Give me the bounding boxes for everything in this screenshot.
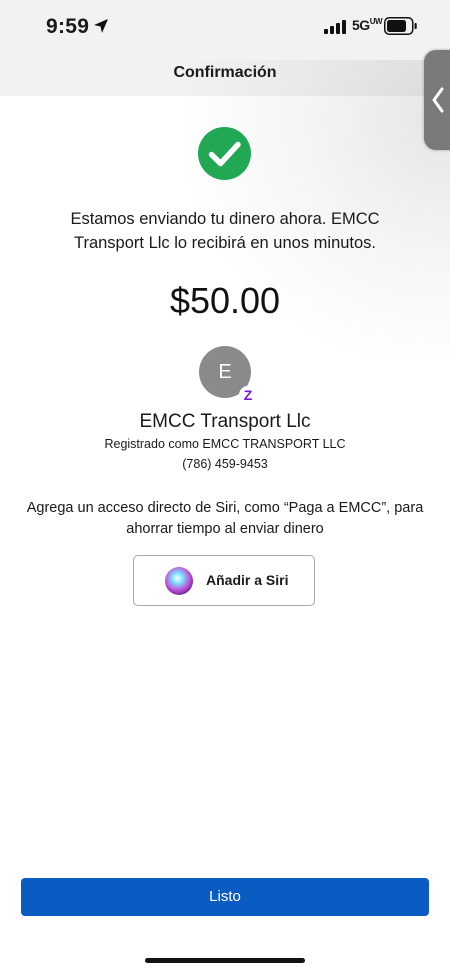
add-to-siri-label: Añadir a Siri (206, 572, 289, 588)
recipient-name: EMCC Transport Llc (139, 411, 311, 432)
checkmark-circle-icon (198, 127, 251, 180)
siri-icon (165, 567, 193, 595)
amount-sent: $50.00 (169, 280, 281, 321)
status-bar: 9:59 5GUW (0, 0, 450, 56)
zelle-badge-icon: Z (239, 386, 257, 404)
network-label: 5GUW (352, 17, 383, 33)
location-arrow-icon (94, 19, 108, 33)
nav-header: Confirmación (0, 56, 450, 96)
cellular-signal-icon (324, 20, 346, 34)
battery-icon (384, 17, 417, 35)
status-time: 9:59 (46, 15, 90, 38)
confirmation-screen: 9:59 5GUW Confirmación Estamos enviando … (0, 0, 450, 973)
registered-as: Registrado como EMCC TRANSPORT LLC (104, 437, 346, 451)
done-button[interactable]: Listo (21, 878, 429, 916)
page-title: Confirmación (173, 64, 277, 81)
recipient-phone: (786) 459-9453 (182, 457, 268, 471)
side-drawer-handle[interactable] (424, 50, 450, 150)
home-indicator (145, 958, 305, 963)
chevron-left-icon (432, 87, 444, 113)
network-suffix: UW (369, 17, 383, 26)
add-to-siri-button[interactable]: Añadir a Siri (133, 555, 315, 606)
siri-shortcut-prompt: Agrega un acceso directo de Siri, como “… (26, 500, 424, 537)
confirmation-message: Estamos enviando tu dinero ahora. EMCC T… (70, 210, 380, 252)
network-type: 5G (352, 17, 370, 33)
